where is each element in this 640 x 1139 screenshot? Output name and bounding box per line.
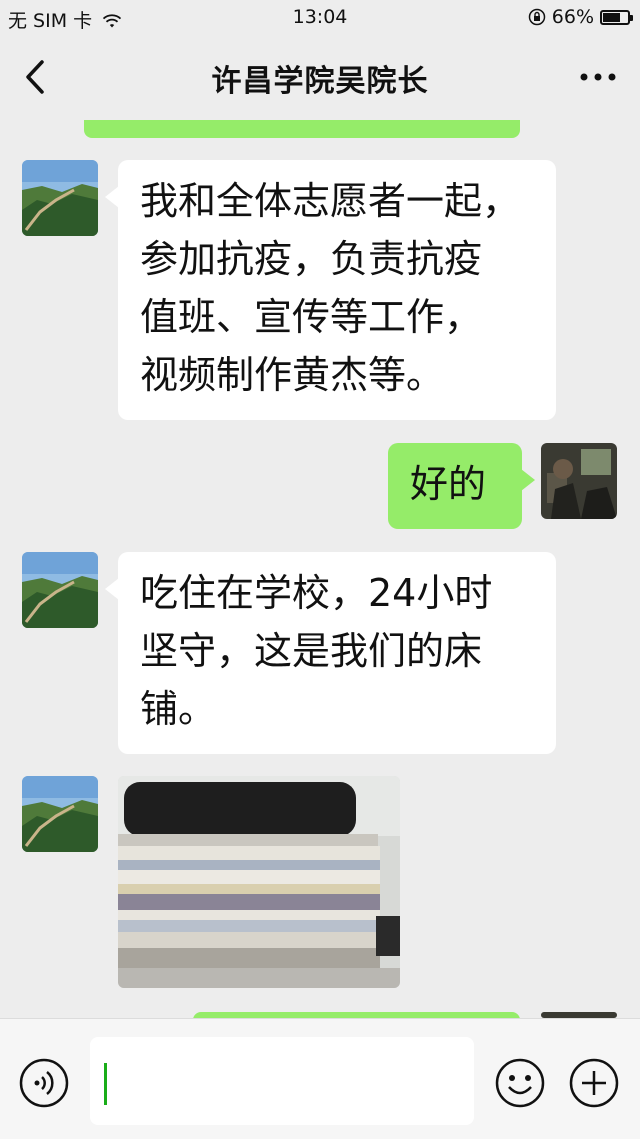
- battery-percent: 66%: [551, 6, 594, 28]
- status-bar: 无 SIM 卡 13:04 66%: [0, 0, 640, 34]
- status-right: 66%: [528, 6, 633, 28]
- message-input[interactable]: [90, 1037, 474, 1125]
- battery-icon: [600, 9, 633, 25]
- message-bubble-received[interactable]: 吃住在学校，24小时 坚守，这是我们的床 铺。: [105, 552, 556, 754]
- avatar[interactable]: [22, 160, 98, 236]
- rotation-lock-icon: [528, 8, 546, 26]
- voice-icon[interactable]: [18, 1057, 70, 1109]
- message-bubble-sent[interactable]: 好的: [388, 443, 535, 529]
- plus-icon[interactable]: [568, 1057, 620, 1109]
- nav-bar: 许昌学院吴院长: [0, 34, 640, 120]
- chat-title: 许昌学院吴院长: [211, 64, 429, 99]
- avatar[interactable]: [22, 776, 98, 852]
- my-avatar[interactable]: [541, 443, 617, 519]
- avatar[interactable]: [22, 552, 98, 628]
- bed-photo[interactable]: [118, 776, 400, 988]
- text-caret: [104, 1063, 107, 1105]
- more-dots-icon[interactable]: [578, 72, 618, 82]
- chat-area[interactable]: 我和全体志愿者一起， 参加抗疫，负责抗疫 值班、宣传等工作， 视频制作黄杰等。 …: [0, 120, 640, 1018]
- message-bubble-received[interactable]: 我和全体志愿者一起， 参加抗疫，负责抗疫 值班、宣传等工作， 视频制作黄杰等。: [105, 160, 556, 420]
- emoji-icon[interactable]: [494, 1057, 546, 1109]
- battery-fill: [603, 12, 621, 22]
- input-bar: [0, 1018, 640, 1139]
- previous-sent-bubble[interactable]: [84, 120, 520, 138]
